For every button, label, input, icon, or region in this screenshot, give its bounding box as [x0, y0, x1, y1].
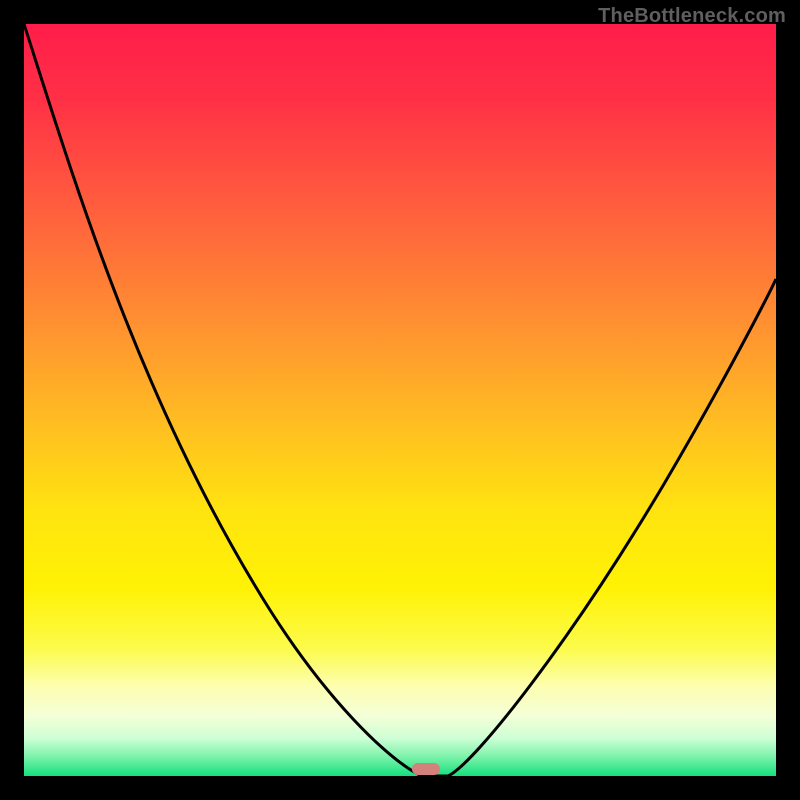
watermark-text: TheBottleneck.com: [598, 5, 786, 28]
optimal-point-marker: [412, 763, 440, 775]
gradient-background: [24, 24, 776, 776]
plot-area: [24, 24, 776, 776]
chart-container: TheBottleneck.com: [0, 0, 800, 800]
chart-svg: [24, 24, 776, 776]
